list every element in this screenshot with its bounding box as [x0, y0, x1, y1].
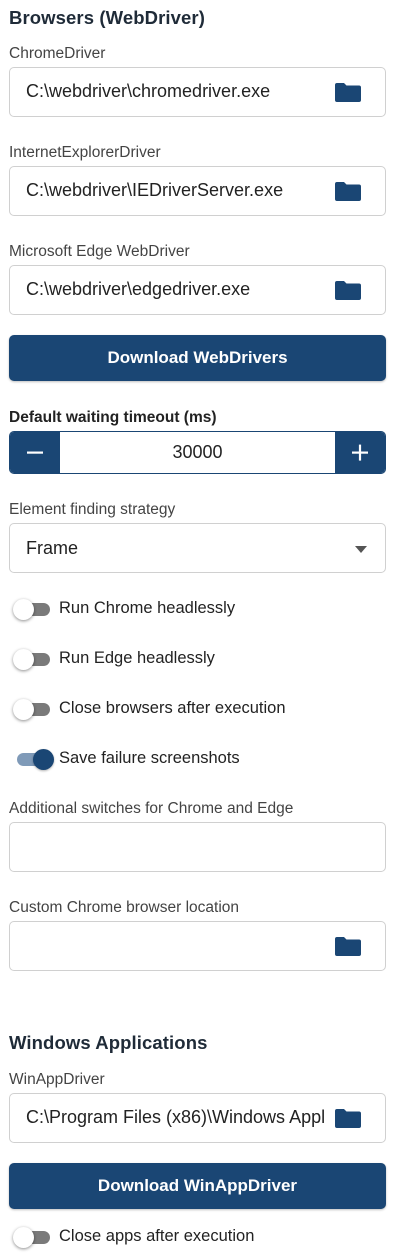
section-title-windows-apps: Windows Applications: [9, 1032, 208, 1053]
toggle-knob[interactable]: [13, 699, 34, 720]
strategy-select[interactable]: Frame: [9, 523, 386, 573]
timeout-stepper[interactable]: 30000: [9, 431, 386, 474]
additional-switches-label: Additional switches for Chrome and Edge: [9, 800, 294, 817]
chromedriver-path-value: C:\webdriver\chromedriver.exe: [26, 81, 271, 101]
folder-icon[interactable]: [335, 182, 361, 201]
toggle-run-chrome-headless[interactable]: Run Chrome headlessly: [0, 595, 397, 625]
toggle-knob[interactable]: [13, 1227, 34, 1248]
plus-icon: [352, 444, 368, 461]
additional-switches-input[interactable]: [9, 822, 386, 872]
edgedriver-path-value: C:\webdriver\edgedriver.exe: [26, 279, 251, 299]
section-title-browsers: Browsers (WebDriver): [9, 7, 205, 28]
folder-icon[interactable]: [335, 1109, 361, 1128]
folder-icon[interactable]: [335, 281, 361, 300]
toggle-label: Save failure screenshots: [59, 749, 240, 767]
folder-icon[interactable]: [335, 83, 361, 102]
toggle-label: Run Chrome headlessly: [59, 599, 236, 617]
minus-icon: [27, 451, 43, 454]
winappdriver-path-field[interactable]: C:\Program Files (x86)\Windows Applicati…: [9, 1093, 386, 1143]
toggle-label: Run Edge headlessly: [59, 649, 215, 667]
iedriver-label: InternetExplorerDriver: [9, 144, 161, 161]
toggle-label: Close apps after execution: [59, 1227, 255, 1245]
timeout-value[interactable]: 30000: [60, 432, 335, 473]
toggle-label: Close browsers after execution: [59, 699, 286, 717]
iedriver-path-value: C:\webdriver\IEDriverServer.exe: [26, 180, 284, 200]
timeout-label: Default waiting timeout (ms): [9, 409, 217, 426]
winappdriver-path-value: C:\Program Files (x86)\Windows Applicati…: [26, 1107, 325, 1127]
custom-chrome-path-field[interactable]: [9, 921, 386, 971]
download-webdrivers-button[interactable]: Download WebDrivers: [9, 335, 386, 381]
strategy-label: Element finding strategy: [9, 501, 176, 518]
toggle-run-edge-headless[interactable]: Run Edge headlessly: [0, 645, 397, 675]
toggle-knob[interactable]: [13, 649, 34, 670]
toggle-close-browsers[interactable]: Close browsers after execution: [0, 695, 397, 725]
custom-chrome-label: Custom Chrome browser location: [9, 899, 240, 916]
toggle-knob[interactable]: [13, 599, 34, 620]
folder-icon[interactable]: [335, 937, 361, 956]
toggle-close-apps[interactable]: Close apps after execution: [0, 1223, 397, 1253]
chromedriver-label: ChromeDriver: [9, 45, 106, 62]
edgedriver-path-field[interactable]: C:\webdriver\edgedriver.exe: [9, 265, 386, 315]
chromedriver-path-field[interactable]: C:\webdriver\chromedriver.exe: [9, 67, 386, 117]
chevron-down-icon: [355, 546, 367, 553]
strategy-selected-value: Frame: [26, 538, 79, 558]
winappdriver-label: WinAppDriver: [9, 1071, 105, 1088]
increment-button[interactable]: [335, 432, 385, 473]
edgedriver-label: Microsoft Edge WebDriver: [9, 243, 190, 260]
toggle-save-screenshots[interactable]: Save failure screenshots: [0, 745, 397, 775]
decrement-button[interactable]: [10, 432, 60, 473]
toggle-knob[interactable]: [33, 749, 54, 770]
iedriver-path-field[interactable]: C:\webdriver\IEDriverServer.exe: [9, 166, 386, 216]
download-winappdriver-button[interactable]: Download WinAppDriver: [9, 1163, 386, 1209]
